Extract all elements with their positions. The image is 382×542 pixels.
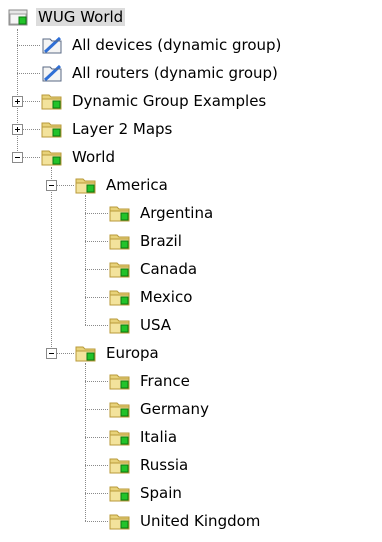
tree-node-world[interactable]: World [0,145,382,169]
tree-node-label: America [106,176,168,194]
dynamic-group-icon [40,33,64,57]
tree-node-label: Italia [140,428,178,446]
folder-icon [108,509,132,533]
tree-node-label: Europa [106,344,159,362]
tree-node-label: Russia [140,456,189,474]
tree-node-all-devices-dynamic-group[interactable]: All devices (dynamic group) [0,33,382,57]
folder-icon [108,257,132,281]
tree-node-argentina[interactable]: Argentina [0,201,382,225]
dynamic-group-icon [40,61,64,85]
tree-node-label: Germany [140,400,209,418]
tree-node-label: Brazil [140,232,182,250]
tree-node-label: USA [140,316,172,334]
tree-node-label: United Kingdom [140,512,261,530]
tree-node-label: Canada [140,260,198,278]
tree-node-label: All devices (dynamic group) [72,36,282,54]
folder-root-icon [6,5,30,29]
tree-node-brazil[interactable]: Brazil [0,229,382,253]
folder-icon [108,369,132,393]
tree-node-label: All routers (dynamic group) [72,64,278,82]
tree-node-label: World [72,148,115,166]
tree-node-label: Layer 2 Maps [72,120,173,138]
folder-icon [108,229,132,253]
collapse-toggle-icon[interactable] [46,348,57,359]
folder-icon [40,89,64,113]
folder-icon [108,201,132,225]
tree-node-united-kingdom[interactable]: United Kingdom [0,509,382,533]
folder-green-icon [74,173,98,197]
folder-icon [108,397,132,421]
tree-node-usa[interactable]: USA [0,313,382,337]
group-tree: WUG World All devices (dynamic group) All … [0,0,382,542]
tree-node-all-routers-dynamic-group[interactable]: All routers (dynamic group) [0,61,382,85]
tree-node-dynamic-group-examples[interactable]: Dynamic Group Examples [0,89,382,113]
folder-icon [108,285,132,309]
tree-node-label: Spain [140,484,182,502]
tree-node-germany[interactable]: Germany [0,397,382,421]
tree-node-europa[interactable]: Europa [0,341,382,365]
tree-node-france[interactable]: France [0,369,382,393]
tree-node-layer-2-maps[interactable]: Layer 2 Maps [0,117,382,141]
tree-root-node[interactable]: WUG World [0,5,382,29]
tree-node-spain[interactable]: Spain [0,481,382,505]
folder-icon [40,117,64,141]
tree-node-italia[interactable]: Italia [0,425,382,449]
tree-node-label: France [140,372,190,390]
folder-icon [108,313,132,337]
tree-node-mexico[interactable]: Mexico [0,285,382,309]
collapse-toggle-icon[interactable] [46,180,57,191]
tree-node-america[interactable]: America [0,173,382,197]
expand-toggle-icon[interactable] [12,96,23,107]
folder-green-icon [74,341,98,365]
tree-node-label: WUG World [36,8,126,26]
tree-node-canada[interactable]: Canada [0,257,382,281]
folder-green-icon [40,145,64,169]
folder-icon [108,481,132,505]
folder-icon [108,453,132,477]
tree-node-label: Dynamic Group Examples [72,92,267,110]
collapse-toggle-icon[interactable] [12,152,23,163]
tree-node-label: Mexico [140,288,193,306]
tree-node-label: Argentina [140,204,214,222]
tree-node-russia[interactable]: Russia [0,453,382,477]
expand-toggle-icon[interactable] [12,124,23,135]
folder-icon [108,425,132,449]
